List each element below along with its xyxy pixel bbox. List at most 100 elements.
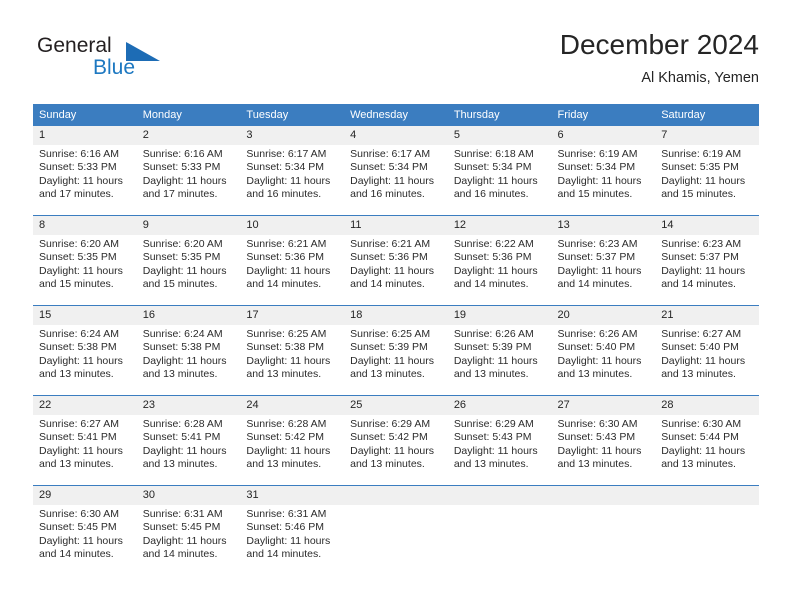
sunset-text: Sunset: 5:42 PM [350, 431, 428, 444]
calendar-day-cell[interactable]: 22 Sunrise: 6:27 AM Sunset: 5:41 PM Dayligh… [33, 395, 137, 486]
daylight-text-line1: Daylight: 11 hours [557, 444, 642, 457]
daylight-text-line1: Daylight: 11 hours [661, 264, 746, 277]
day-number: 19 [447, 306, 552, 325]
sunset-text: Sunset: 5:45 PM [142, 521, 221, 534]
daylight-text-line2: and 14 minutes. [142, 547, 218, 560]
daylight-text-line2: and 13 minutes. [557, 367, 633, 380]
sunrise-text: Sunrise: 6:16 AM [142, 148, 223, 160]
calendar-day-cell[interactable]: 10 Sunrise: 6:21 AM Sunset: 5:36 PM Dayligh… [240, 215, 345, 306]
daylight-text-line2: and 13 minutes. [246, 457, 322, 470]
day-number: 5 [447, 126, 552, 145]
calendar-week-row: 1 Sunrise: 6:16 AM Sunset: 5:33 PM Daylight… [33, 126, 759, 216]
sunset-text: Sunset: 5:40 PM [661, 341, 739, 354]
daylight-text-line2: and 14 minutes. [557, 277, 633, 290]
sunset-text: Sunset: 5:40 PM [557, 341, 636, 354]
sunrise-text: Sunrise: 6:23 AM [661, 238, 742, 250]
daylight-text-line1: Daylight: 11 hours [557, 354, 642, 367]
calendar-day-cell[interactable]: 19 Sunrise: 6:26 AM Sunset: 5:39 PM Dayligh… [447, 305, 552, 396]
calendar-day-cell[interactable]: 1 Sunrise: 6:16 AM Sunset: 5:33 PM Daylight… [33, 126, 137, 216]
calendar-day-cell[interactable]: 31 Sunrise: 6:31 AM Sunset: 5:46 PM Dayligh… [240, 485, 345, 575]
day-details: Sunrise: 6:23 AM Sunset: 5:37 PM Daylight:… [655, 235, 759, 291]
calendar-day-cell[interactable]: 25 Sunrise: 6:29 AM Sunset: 5:42 PM Dayligh… [344, 395, 448, 486]
daylight-text-line2: and 17 minutes. [142, 187, 218, 200]
day-details: Sunrise: 6:16 AM Sunset: 5:33 PM Daylight:… [137, 145, 241, 201]
weekday-header-thursday: Thursday [447, 104, 552, 126]
day-details: Sunrise: 6:27 AM Sunset: 5:40 PM Daylight:… [655, 325, 759, 381]
day-number: 15 [33, 306, 137, 325]
sunset-text: Sunset: 5:34 PM [350, 161, 428, 174]
daylight-text-line1: Daylight: 11 hours [661, 354, 746, 367]
calendar-day-cell[interactable]: 24 Sunrise: 6:28 AM Sunset: 5:42 PM Dayligh… [240, 395, 345, 486]
calendar-day-cell[interactable]: 4 Sunrise: 6:17 AM Sunset: 5:34 PM Daylight… [344, 126, 448, 216]
sunrise-text: Sunrise: 6:19 AM [557, 148, 638, 160]
calendar-day-cell[interactable]: 18 Sunrise: 6:25 AM Sunset: 5:39 PM Dayligh… [344, 305, 448, 396]
calendar-day-cell[interactable]: 9 Sunrise: 6:20 AM Sunset: 5:35 PM Daylight… [136, 215, 241, 306]
sunrise-text: Sunrise: 6:17 AM [350, 148, 431, 160]
day-details: Sunrise: 6:30 AM Sunset: 5:43 PM Daylight:… [552, 415, 656, 471]
day-details: Sunrise: 6:28 AM Sunset: 5:41 PM Daylight:… [137, 415, 241, 471]
daylight-text-line1: Daylight: 11 hours [246, 354, 331, 367]
calendar-day-cell[interactable]: 16 Sunrise: 6:24 AM Sunset: 5:38 PM Dayligh… [136, 305, 241, 396]
daylight-text-line1: Daylight: 11 hours [142, 444, 227, 457]
day-details: Sunrise: 6:30 AM Sunset: 5:45 PM Daylight:… [33, 505, 137, 561]
calendar-day-cell[interactable]: 28 Sunrise: 6:30 AM Sunset: 5:44 PM Dayligh… [655, 395, 759, 486]
calendar-day-cell[interactable]: 17 Sunrise: 6:25 AM Sunset: 5:38 PM Dayligh… [240, 305, 345, 396]
calendar-day-cell[interactable]: 3 Sunrise: 6:17 AM Sunset: 5:34 PM Daylight… [240, 126, 345, 216]
daylight-text-line2: and 13 minutes. [661, 367, 736, 380]
sunrise-text: Sunrise: 6:27 AM [661, 328, 742, 340]
daylight-text-line1: Daylight: 11 hours [246, 444, 331, 457]
calendar-day-cell[interactable]: 14 Sunrise: 6:23 AM Sunset: 5:37 PM Dayligh… [655, 215, 759, 306]
calendar-day-cell[interactable]: 20 Sunrise: 6:26 AM Sunset: 5:40 PM Dayligh… [551, 305, 656, 396]
daylight-text-line2: and 13 minutes. [350, 367, 425, 380]
calendar-day-cell[interactable]: 23 Sunrise: 6:28 AM Sunset: 5:41 PM Dayligh… [136, 395, 241, 486]
day-number: 6 [551, 126, 656, 145]
day-number: 2 [136, 126, 241, 145]
calendar-day-cell[interactable]: 8 Sunrise: 6:20 AM Sunset: 5:35 PM Daylight… [33, 215, 137, 306]
day-details: Sunrise: 6:29 AM Sunset: 5:43 PM Daylight:… [448, 415, 552, 471]
calendar-day-cell[interactable]: 26 Sunrise: 6:29 AM Sunset: 5:43 PM Dayligh… [447, 395, 552, 486]
calendar-page: General Blue December 2024 Al Khamis, Ye… [0, 0, 792, 612]
daylight-text-line2: and 16 minutes. [246, 187, 322, 200]
calendar-day-cell[interactable]: 5 Sunrise: 6:18 AM Sunset: 5:34 PM Daylight… [447, 126, 552, 216]
day-details: Sunrise: 6:30 AM Sunset: 5:44 PM Daylight:… [655, 415, 759, 471]
calendar-day-cell[interactable]: 13 Sunrise: 6:23 AM Sunset: 5:37 PM Dayligh… [551, 215, 656, 306]
calendar-day-cell[interactable]: 12 Sunrise: 6:22 AM Sunset: 5:36 PM Dayligh… [447, 215, 552, 306]
brand-logo[interactable]: General Blue [37, 34, 167, 90]
day-number [447, 486, 552, 505]
daylight-text-line2: and 13 minutes. [557, 457, 633, 470]
sunrise-text: Sunrise: 6:28 AM [142, 418, 223, 430]
sunrise-text: Sunrise: 6:24 AM [39, 328, 119, 340]
daylight-text-line1: Daylight: 11 hours [453, 174, 538, 187]
sunset-text: Sunset: 5:39 PM [350, 341, 428, 354]
sunrise-text: Sunrise: 6:29 AM [453, 418, 534, 430]
sunrise-text: Sunrise: 6:20 AM [142, 238, 223, 250]
sunrise-text: Sunrise: 6:16 AM [39, 148, 119, 160]
day-number: 22 [33, 396, 137, 415]
day-number: 16 [136, 306, 241, 325]
calendar-day-cell[interactable]: 27 Sunrise: 6:30 AM Sunset: 5:43 PM Dayligh… [551, 395, 656, 486]
daylight-text-line1: Daylight: 11 hours [453, 264, 538, 277]
calendar-day-cell[interactable]: 6 Sunrise: 6:19 AM Sunset: 5:34 PM Daylight… [551, 126, 656, 216]
daylight-text-line2: and 13 minutes. [142, 457, 218, 470]
calendar-day-cell-empty [344, 485, 448, 575]
page-header: General Blue December 2024 Al Khamis, Ye… [33, 28, 759, 98]
daylight-text-line1: Daylight: 11 hours [453, 444, 538, 457]
daylight-text-line1: Daylight: 11 hours [142, 354, 227, 367]
calendar-day-cell[interactable]: 21 Sunrise: 6:27 AM Sunset: 5:40 PM Dayligh… [655, 305, 759, 396]
calendar-day-cell[interactable]: 11 Sunrise: 6:21 AM Sunset: 5:36 PM Dayligh… [344, 215, 448, 306]
calendar-day-cell[interactable]: 15 Sunrise: 6:24 AM Sunset: 5:38 PM Dayligh… [33, 305, 137, 396]
daylight-text-line1: Daylight: 11 hours [142, 264, 227, 277]
calendar-day-cell[interactable]: 30 Sunrise: 6:31 AM Sunset: 5:45 PM Dayligh… [136, 485, 241, 575]
day-number [551, 486, 656, 505]
day-details: Sunrise: 6:28 AM Sunset: 5:42 PM Daylight:… [240, 415, 344, 471]
sunrise-text: Sunrise: 6:17 AM [246, 148, 327, 160]
daylight-text-line2: and 13 minutes. [453, 457, 529, 470]
daylight-text-line1: Daylight: 11 hours [350, 444, 434, 457]
calendar-day-cell[interactable]: 2 Sunrise: 6:16 AM Sunset: 5:33 PM Daylight… [136, 126, 241, 216]
sunrise-text: Sunrise: 6:26 AM [557, 328, 638, 340]
sunset-text: Sunset: 5:38 PM [246, 341, 325, 354]
sunset-text: Sunset: 5:36 PM [350, 251, 428, 264]
calendar-day-cell[interactable]: 7 Sunrise: 6:19 AM Sunset: 5:35 PM Daylight… [655, 126, 759, 216]
calendar-day-cell[interactable]: 29 Sunrise: 6:30 AM Sunset: 5:45 PM Dayligh… [33, 485, 137, 575]
day-number: 9 [136, 216, 241, 235]
